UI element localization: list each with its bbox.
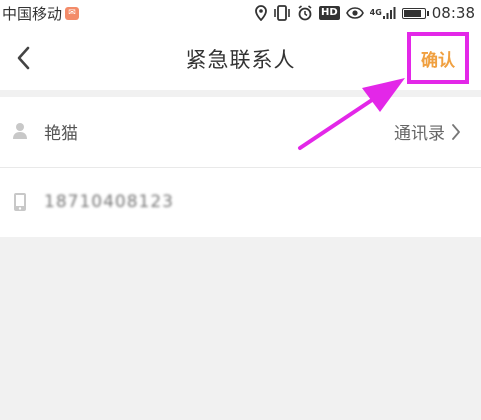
contact-name-value: 艳猫 (44, 124, 78, 144)
phone-icon (14, 193, 26, 211)
contact-name-row[interactable]: 艳猫 通讯录 (0, 97, 481, 167)
status-bar: 中国移动 ✉ HD 4G 08:38 (0, 0, 481, 26)
hd-icon: HD (318, 6, 340, 20)
divider (0, 90, 481, 97)
contacts-book-link[interactable]: 通讯录 (394, 119, 461, 144)
vibrate-icon (273, 3, 291, 23)
mail-notification-icon: ✉ (65, 7, 80, 20)
eye-icon (345, 3, 364, 23)
battery-icon (401, 3, 429, 23)
carrier-name: 中国移动 (2, 5, 63, 23)
confirm-button[interactable]: 确认 (407, 32, 469, 84)
person-icon (13, 123, 27, 139)
signal-icon: 4G (370, 3, 396, 23)
clock: 08:38 (431, 4, 475, 22)
carrier: 中国移动 ✉ (2, 3, 80, 24)
status-icons: HD 4G 08:38 (255, 2, 475, 24)
alarm-icon (297, 3, 313, 23)
contacts-book-label: 通讯录 (394, 124, 445, 144)
navigation-bar: 紧急联系人 确认 (0, 26, 481, 90)
chevron-right-icon (452, 123, 460, 140)
contact-phone-value: 18710408123 (44, 192, 174, 212)
contact-phone-row[interactable]: 18710408123 (0, 167, 481, 237)
location-icon (255, 3, 267, 23)
network-type: 4G (369, 8, 382, 17)
